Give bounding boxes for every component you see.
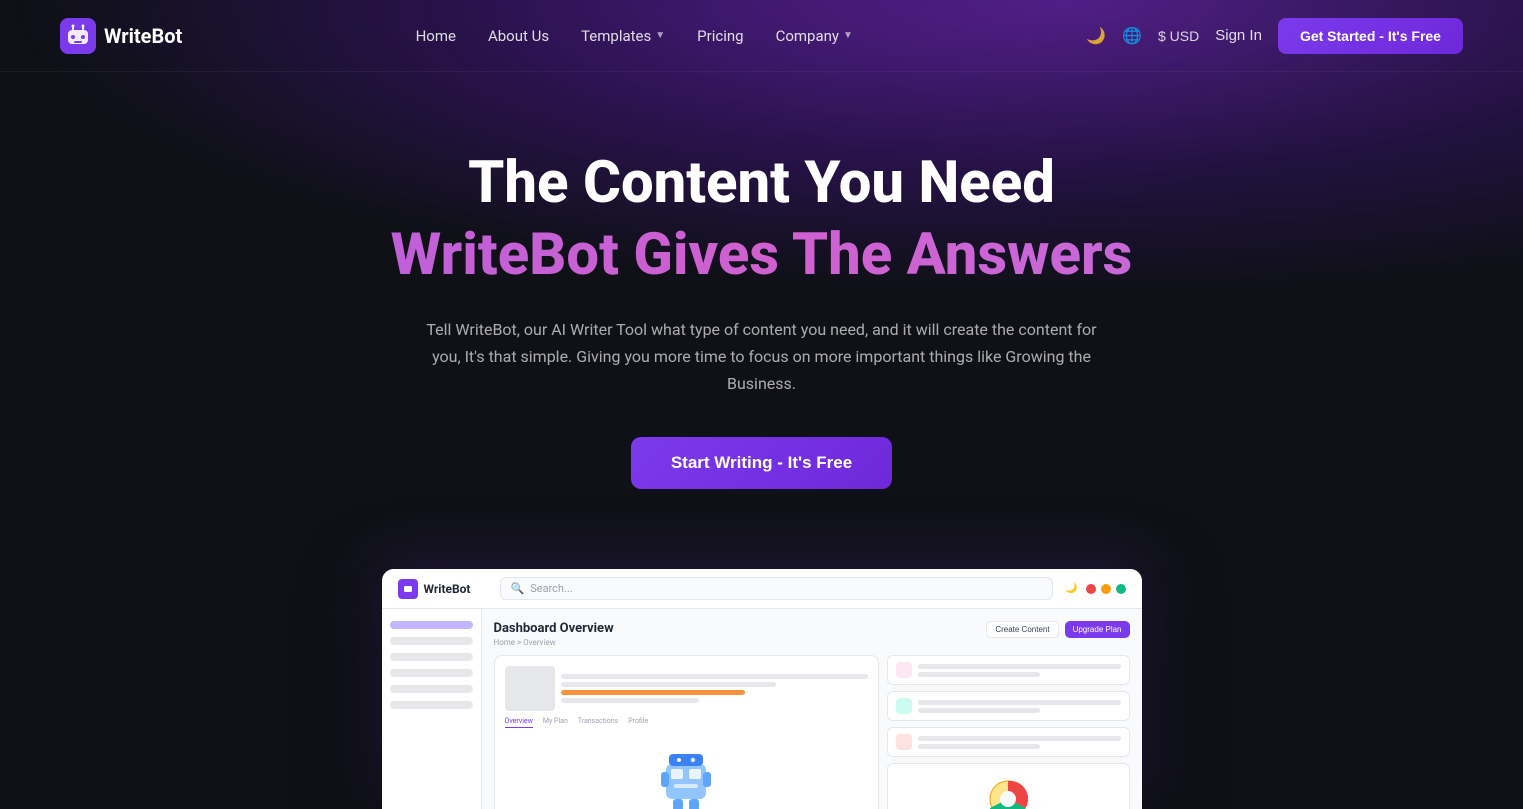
nav-home[interactable]: Home [416,27,456,45]
dashboard-search[interactable]: 🔍 Search... [500,577,1054,600]
illustration-area [505,734,869,809]
dashboard-topbar: WriteBot 🔍 Search... 🌙 [382,569,1142,609]
dashboard-topbar-right: 🌙 [1065,583,1125,594]
sign-in-button[interactable]: Sign In [1215,27,1262,44]
dashboard-preview: WriteBot 🔍 Search... 🌙 [382,569,1142,809]
get-started-button[interactable]: Get Started - It's Free [1278,18,1463,54]
dashboard-upgrade-button[interactable]: Upgrade Plan [1065,621,1130,638]
card2-line2 [918,708,1039,713]
content-line-3 [561,690,746,695]
dashboard-content: Overview My Plan Transactions Profile [494,655,1130,809]
currency-selector[interactable]: $ USD [1158,28,1199,44]
language-toggle[interactable]: 🌐 [1122,26,1142,46]
moon-icon: 🌙 [1086,26,1106,46]
sidebar-item-2[interactable] [390,637,473,645]
dashboard-preview-container: WriteBot 🔍 Search... 🌙 [0,569,1523,809]
tab-profile[interactable]: Profile [628,717,648,728]
tab-overview[interactable]: Overview [505,717,533,728]
minimize-dot[interactable] [1101,584,1111,594]
dashboard-tabs: Overview My Plan Transactions Profile [505,717,869,728]
chart-area [887,763,1129,809]
sidebar-item-1[interactable] [390,621,473,629]
dashboard-main: Dashboard Overview Home > Overview Creat… [482,609,1142,809]
templates-dropdown-arrow: ▼ [655,30,665,41]
nav-pricing[interactable]: Pricing [697,27,743,45]
dashboard-create-button[interactable]: Create Content [986,621,1058,638]
nav-templates[interactable]: Templates ▼ [581,27,665,45]
card1-line1 [918,664,1120,669]
company-dropdown-arrow: ▼ [843,30,853,41]
dashboard-title-area: Dashboard Overview Home > Overview [494,621,614,647]
sidebar-item-4[interactable] [390,669,473,677]
logo-icon [60,18,96,54]
navbar: WriteBot Home About Us Templates ▼ Prici… [0,0,1523,72]
start-writing-button[interactable]: Start Writing - It's Free [631,437,892,489]
dashboard-moon-icon: 🌙 [1065,583,1077,594]
nav-company[interactable]: Company ▼ [776,27,853,45]
card3-line1 [918,736,1120,741]
content-line-4 [561,698,699,703]
card3-dot [896,734,912,750]
tab-myplan[interactable]: My Plan [543,717,568,728]
dashboard-right-cards [887,655,1129,809]
maximize-dot[interactable] [1116,584,1126,594]
tab-transactions[interactable]: Transactions [578,717,618,728]
hero-title-line2: WriteBot Gives The Answers [40,224,1483,288]
dashboard-logo-text: WriteBot [424,582,471,596]
content-lines [561,666,869,711]
window-controls [1086,584,1126,594]
search-icon: 🔍 [511,582,525,595]
dashboard-main-card: Overview My Plan Transactions Profile [494,655,880,809]
card2-dot [896,698,912,714]
dashboard-breadcrumb: Home > Overview [494,638,614,647]
close-dot[interactable] [1086,584,1096,594]
card3-line2 [918,744,1039,749]
card3-lines [918,736,1120,749]
hero-description: Tell WriteBot, our AI Writer Tool what t… [422,316,1102,398]
sidebar-item-3[interactable] [390,653,473,661]
dashboard-logo-icon [398,579,418,599]
card1-dot [896,662,912,678]
content-line-2 [561,682,776,687]
nav-about[interactable]: About Us [488,27,549,45]
card1-lines [918,664,1120,677]
logo-text: WriteBot [104,24,182,48]
card2-line1 [918,700,1120,705]
dashboard-body: Dashboard Overview Home > Overview Creat… [382,609,1142,809]
card1-line2 [918,672,1039,677]
hero-title-line1: The Content You Need [40,152,1483,216]
nav-links: Home About Us Templates ▼ Pricing Compan… [416,27,853,45]
right-card-1 [887,655,1129,685]
sidebar-item-6[interactable] [390,701,473,709]
sidebar-item-5[interactable] [390,685,473,693]
card2-lines [918,700,1120,713]
hero-section: The Content You Need WriteBot Gives The … [0,72,1523,549]
dashboard-header-buttons: Create Content Upgrade Plan [986,621,1129,638]
content-line-1 [561,674,869,679]
logo[interactable]: WriteBot [60,18,182,54]
dashboard-header-row: Dashboard Overview Home > Overview Creat… [494,621,1130,647]
right-card-3 [887,727,1129,757]
dashboard-illustration [641,734,731,809]
nav-actions: 🌙 🌐 $ USD Sign In Get Started - It's Fre… [1086,18,1463,54]
content-thumbnail [505,666,555,711]
globe-icon: 🌐 [1122,26,1142,46]
pie-chart [978,779,1038,809]
preview-content [505,666,869,711]
dashboard-title: Dashboard Overview [494,621,614,636]
right-card-2 [887,691,1129,721]
dashboard-sidebar [382,609,482,809]
dashboard-logo: WriteBot [398,579,488,599]
dark-mode-toggle[interactable]: 🌙 [1086,26,1106,46]
